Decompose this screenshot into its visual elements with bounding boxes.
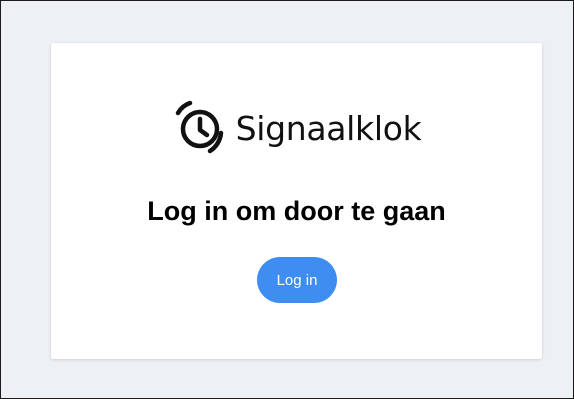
login-button[interactable]: Log in [257,257,337,303]
app-logo: Signaalklok [51,95,542,161]
login-card: Signaalklok Log in om door te gaan Log i… [51,43,542,359]
alarm-clock-icon [175,100,223,154]
page-title: Log in om door te gaan [147,196,446,226]
page-background: Signaalklok Log in om door te gaan Log i… [0,0,574,399]
app-name: Signaalklok [235,108,422,148]
